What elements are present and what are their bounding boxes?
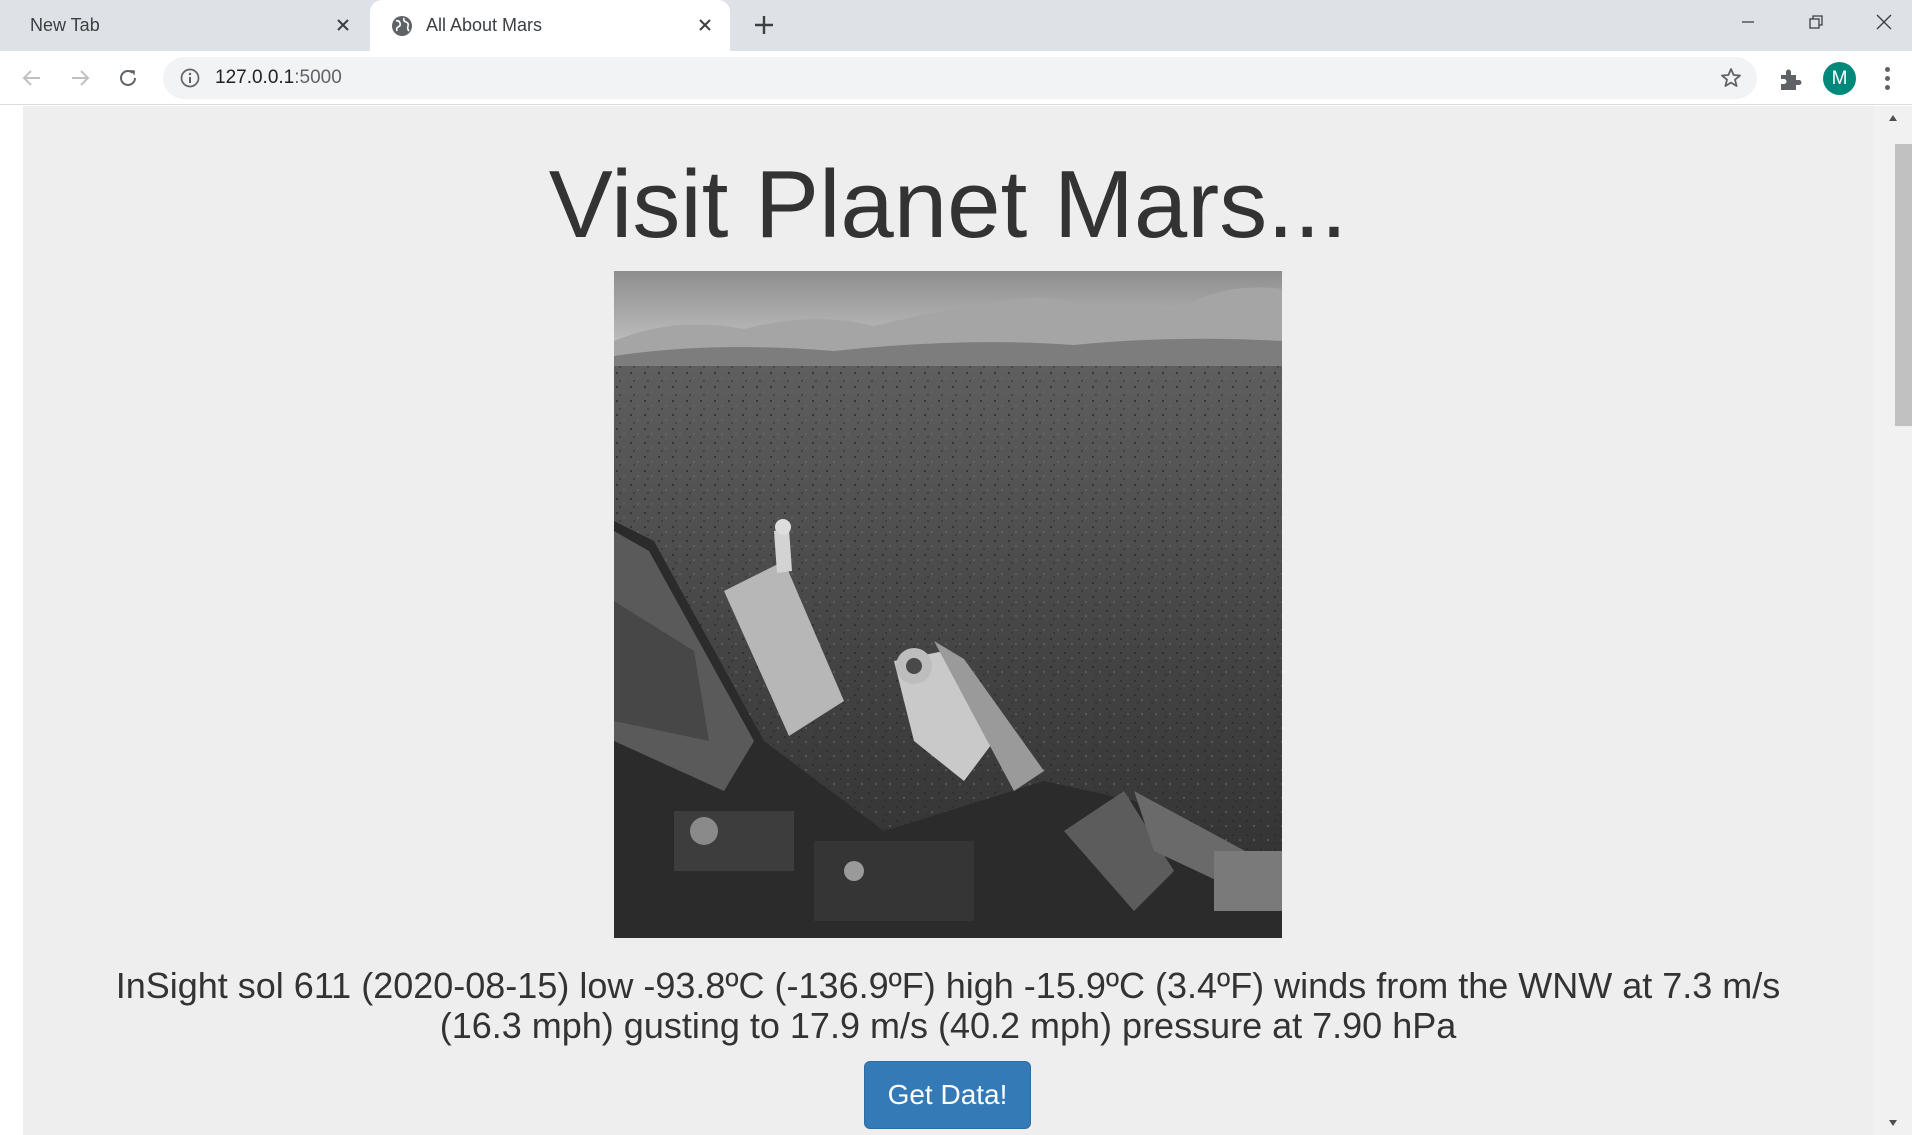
- close-tab-icon[interactable]: [330, 12, 356, 38]
- tab-title: New Tab: [30, 15, 100, 35]
- restore-button[interactable]: [1782, 0, 1850, 44]
- get-data-button[interactable]: Get Data!: [864, 1061, 1031, 1129]
- url-text[interactable]: 127.0.0.1:5000: [215, 67, 342, 89]
- page-container: Visit Planet Mars... InSight sol 611 (20…: [23, 106, 1873, 1135]
- restore-icon: [1809, 15, 1823, 29]
- forward-button[interactable]: [62, 60, 98, 96]
- tab-title: All About Mars: [426, 15, 543, 35]
- avatar[interactable]: M: [1823, 62, 1856, 95]
- vertical-scrollbar[interactable]: [1873, 106, 1912, 1135]
- arrow-right-icon: [72, 70, 90, 86]
- page-title: Visit Planet Mars...: [548, 151, 1348, 258]
- reload-icon: [120, 69, 136, 86]
- url-host: 127.0.0.1: [215, 67, 295, 88]
- page-viewport: Visit Planet Mars... InSight sol 611 (20…: [0, 106, 1912, 1135]
- tab-all-about-mars[interactable]: All About Mars: [370, 0, 730, 51]
- plus-icon: [755, 16, 773, 34]
- scroll-down-arrow[interactable]: [1873, 1111, 1912, 1135]
- triangle-up-icon: [1888, 115, 1897, 121]
- browser-toolbar: 127.0.0.1:5000 M: [0, 51, 1912, 105]
- star-icon[interactable]: [1719, 66, 1743, 90]
- new-tab-button[interactable]: [747, 8, 781, 42]
- tab-strip: New Tab All About Mars: [0, 0, 1912, 51]
- reload-button[interactable]: [110, 60, 146, 96]
- globe-icon: [392, 15, 412, 36]
- triangle-down-icon: [1888, 1120, 1897, 1126]
- kebab-menu-icon[interactable]: [1876, 63, 1898, 93]
- url-port: :5000: [294, 67, 342, 88]
- address-bar[interactable]: 127.0.0.1:5000: [163, 57, 1757, 99]
- info-icon[interactable]: [179, 67, 201, 89]
- minimize-icon: [1742, 21, 1754, 23]
- close-tab-icon[interactable]: [692, 12, 718, 38]
- close-window-button[interactable]: [1850, 0, 1912, 44]
- scroll-up-arrow[interactable]: [1873, 106, 1912, 130]
- minimize-button[interactable]: [1714, 0, 1782, 44]
- arrow-left-icon: [22, 70, 40, 86]
- scrollbar-thumb[interactable]: [1895, 144, 1912, 426]
- mars-rover-photo: [614, 271, 1282, 938]
- puzzle-icon[interactable]: [1776, 65, 1804, 93]
- tab-new-tab[interactable]: New Tab: [0, 0, 368, 51]
- back-button[interactable]: [14, 60, 50, 96]
- close-icon: [1876, 14, 1892, 30]
- mars-weather-text: InSight sol 611 (2020-08-15) low -93.8ºC…: [115, 965, 1781, 1046]
